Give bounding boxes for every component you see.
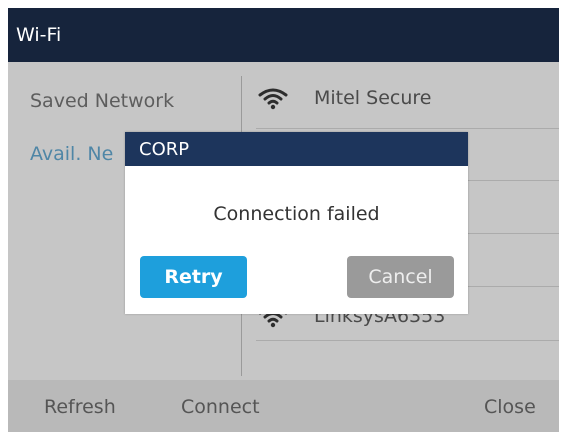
row-divider (256, 340, 559, 341)
title-bar: Wi-Fi (8, 8, 559, 62)
dialog-title: CORP (139, 138, 190, 160)
connection-dialog: CORP Connection failed Retry Cancel (125, 132, 468, 314)
wifi-icon (258, 88, 288, 110)
cancel-button[interactable]: Cancel (347, 256, 454, 298)
network-name: Mitel Secure (314, 87, 432, 109)
connect-softkey[interactable]: Connect (181, 396, 260, 418)
close-softkey[interactable]: Close (484, 396, 536, 418)
phone-screen: Wi-Fi Saved Network Avail. Ne Mitel Secu… (8, 8, 559, 432)
refresh-softkey[interactable]: Refresh (44, 396, 116, 418)
network-item[interactable]: Mitel Secure (258, 86, 558, 110)
menu-item-saved-network[interactable]: Saved Network (30, 90, 174, 112)
dialog-message: Connection failed (213, 203, 380, 225)
window-title: Wi-Fi (16, 24, 62, 46)
menu-item-available-networks[interactable]: Avail. Ne (30, 143, 113, 165)
row-divider (256, 128, 559, 129)
dialog-title-bar: CORP (125, 132, 468, 166)
retry-button[interactable]: Retry (140, 256, 247, 298)
